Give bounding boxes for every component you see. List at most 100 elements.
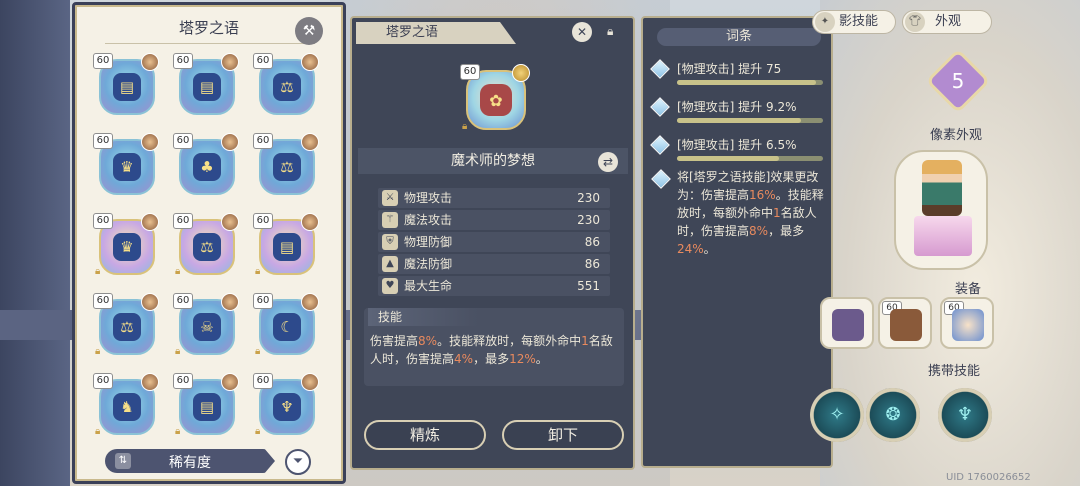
character-portrait-icon xyxy=(301,53,319,71)
stat-name: 物理攻击 xyxy=(404,191,453,205)
card-level: 60 xyxy=(253,133,273,149)
card-emblem-icon: ♆ xyxy=(273,393,301,421)
card-level: 60 xyxy=(173,213,193,229)
tarot-card[interactable]: ☠ 60 🔒︎ xyxy=(173,293,239,359)
character-portrait-icon xyxy=(221,293,239,311)
stat-row: ⚚ 魔法攻击 230 xyxy=(378,210,610,230)
tarot-card[interactable]: ▤ 60 xyxy=(93,53,159,119)
lock-icon: 🔒︎ xyxy=(255,426,261,437)
lock-icon: 🔒︎ xyxy=(462,121,468,132)
affix-roll-fill xyxy=(677,80,816,85)
carry-skill-slot-2[interactable]: ❂ xyxy=(866,388,920,442)
lock-icon[interactable]: 🔒︎ xyxy=(607,24,613,39)
character-portrait-icon xyxy=(141,373,159,391)
affix-roll-fill xyxy=(677,118,802,123)
refine-button[interactable]: 精炼 xyxy=(364,420,486,450)
card-name: 魔术师的梦想 xyxy=(358,148,628,174)
lock-icon: 🔒︎ xyxy=(255,346,261,357)
card-level: 60 xyxy=(93,373,113,389)
wand-icon: ⚚ xyxy=(382,212,398,228)
carry-skill-slot-3[interactable]: ♆ xyxy=(938,388,992,442)
tarot-card[interactable]: ♛ 60 xyxy=(93,133,159,199)
special-affix-text: 将[塔罗之语技能]效果更改为：伤害提高16%。技能释放时，每额外命中1名敌人时，… xyxy=(677,168,827,258)
shield-icon: ⛨ xyxy=(382,234,398,250)
stats-list: ⚔ 物理攻击 230 ⚚ 魔法攻击 230 ⛨ 物理防御 86 ▲ 魔法防御 86 ♥ 最大生命 551 xyxy=(378,188,610,298)
card-level: 60 xyxy=(173,373,193,389)
card-emblem-icon: ♛ xyxy=(113,233,141,261)
highlight-value: 1 xyxy=(773,206,781,220)
lock-icon: 🔒︎ xyxy=(95,346,101,357)
sword-icon: ⚔ xyxy=(382,190,398,206)
character-portrait-icon xyxy=(141,133,159,151)
shadow-skill-tab[interactable]: ✦ 影技能 xyxy=(812,10,896,34)
title-divider xyxy=(105,43,315,44)
card-emblem-icon: ✿ xyxy=(480,84,512,116)
character-portrait-icon xyxy=(301,133,319,151)
lock-icon: 🔒︎ xyxy=(95,266,101,277)
card-emblem-icon: ♛ xyxy=(113,153,141,181)
affix-roll-bar xyxy=(677,80,823,85)
equip-slot-book[interactable]: 60 xyxy=(878,297,932,349)
close-icon[interactable]: ✕ xyxy=(572,22,592,42)
affix-roll-bar xyxy=(677,156,823,161)
tarot-card[interactable]: ⚖ 60 xyxy=(253,53,319,119)
affix-roll-bar xyxy=(677,118,823,123)
card-level: 60 xyxy=(93,133,113,149)
character-portrait-icon xyxy=(141,53,159,71)
lock-icon: 🔒︎ xyxy=(255,266,261,277)
affix-text: [物理攻击] 提升 6.5% xyxy=(677,138,797,152)
card-emblem-icon: ▤ xyxy=(273,233,301,261)
character-portrait-icon xyxy=(301,293,319,311)
rarity-sort-button[interactable]: ⇅ 稀有度 xyxy=(105,449,275,473)
equip-slot-tarot[interactable]: 60 xyxy=(940,297,994,349)
text-segment: 。 xyxy=(703,242,716,256)
card-level: 60 xyxy=(173,133,193,149)
tarot-card[interactable]: ▤ 60 🔒︎ xyxy=(253,213,319,279)
text-segment: ，最多 xyxy=(768,224,805,238)
tarot-card[interactable]: ⚖ 60 xyxy=(253,133,319,199)
pixel-character xyxy=(922,160,962,216)
character-portrait-icon xyxy=(141,213,159,231)
heart-icon: ♥ xyxy=(382,278,398,294)
unequip-button[interactable]: 卸下 xyxy=(502,420,624,450)
character-portrait-icon xyxy=(221,53,239,71)
shadow-skill-label: 影技能 xyxy=(839,14,879,29)
character-portrait-icon xyxy=(301,373,319,391)
tarot-card[interactable]: ▤ 60 🔒︎ xyxy=(173,373,239,439)
card-emblem-icon: ⚖ xyxy=(113,313,141,341)
equip-slot-weapon[interactable] xyxy=(820,297,874,349)
filter-icon[interactable]: ⏷ xyxy=(285,449,311,475)
trident-icon: ♆ xyxy=(956,404,974,425)
swap-icon[interactable]: ⇄ xyxy=(598,152,618,172)
tarot-card[interactable]: ☾ 60 🔒︎ xyxy=(253,293,319,359)
card-emblem-icon: ⚖ xyxy=(273,73,301,101)
tarot-card[interactable]: ♆ 60 🔒︎ xyxy=(253,373,319,439)
skill-icon: ✦ xyxy=(815,12,835,32)
affix-text: [物理攻击] 提升 75 xyxy=(677,62,782,76)
skill-label: 技能 xyxy=(368,308,478,326)
tarot-card[interactable]: ⚖ 60 🔒︎ xyxy=(93,293,159,359)
card-emblem-icon: ▤ xyxy=(193,73,221,101)
highlight-value: 12% xyxy=(509,352,536,366)
pixel-appearance-preview[interactable] xyxy=(894,150,988,270)
tarot-card[interactable]: ♣ 60 xyxy=(173,133,239,199)
pixel-pedestal xyxy=(914,216,972,256)
stat-row: ⛨ 物理防御 86 xyxy=(378,232,610,252)
tarot-card[interactable]: ♛ 60 🔒︎ xyxy=(93,213,159,279)
gem-icon xyxy=(650,135,670,155)
hammer-icon[interactable]: ⚒ xyxy=(295,17,323,45)
card-emblem-icon: ☠ xyxy=(193,313,221,341)
affix-text: [物理攻击] 提升 9.2% xyxy=(677,100,797,114)
tarot-card[interactable]: ♞ 60 🔒︎ xyxy=(93,373,159,439)
stat-value: 230 xyxy=(577,191,600,205)
outfit-icon: 👕︎ xyxy=(905,12,925,32)
appearance-tab[interactable]: 👕︎ 外观 xyxy=(902,10,992,34)
tarot-card[interactable]: ▤ 60 xyxy=(173,53,239,119)
affix-roll-fill xyxy=(677,156,780,161)
rarity-label: 稀有度 xyxy=(169,455,211,471)
card-emblem-icon: ▤ xyxy=(113,73,141,101)
tarot-card[interactable]: ⚖ 60 🔒︎ xyxy=(173,213,239,279)
background-left xyxy=(0,0,70,486)
carry-skill-slot-1[interactable]: ✧ xyxy=(810,388,864,442)
card-emblem-icon: ⚖ xyxy=(273,153,301,181)
